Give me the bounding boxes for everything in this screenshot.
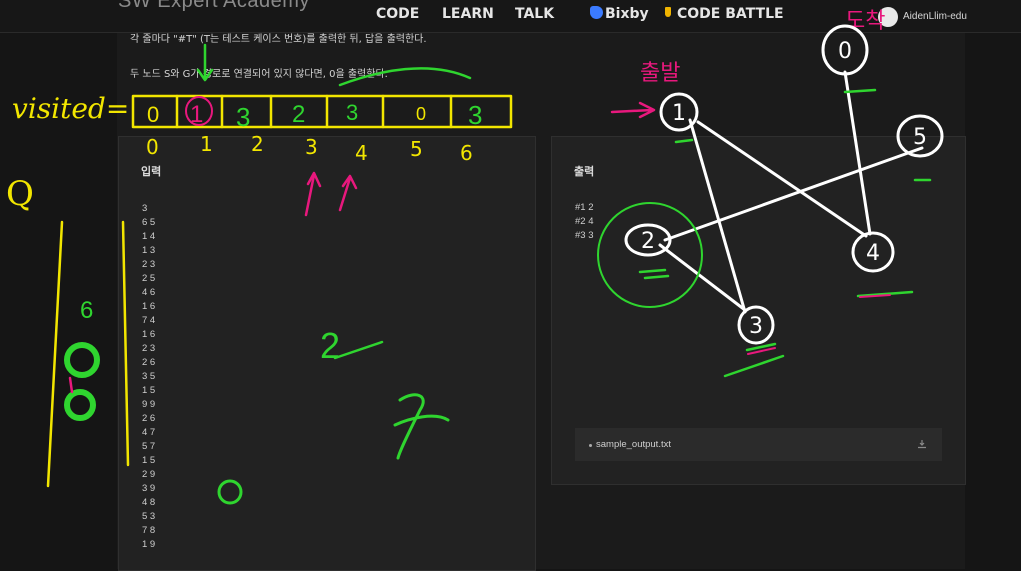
queue-label: Q [6, 174, 34, 214]
input-line: 2 9 [142, 469, 156, 480]
input-line: 3 5 [142, 371, 156, 382]
input-line: 2 5 [142, 273, 156, 284]
trophy-icon [665, 7, 671, 17]
input-panel: 입력 3 6 5 1 4 1 3 2 3 2 5 4 6 1 6 7 4 1 6 2 3 2 6 3 5… [118, 136, 536, 571]
visited-label: visited= [12, 92, 129, 125]
queue-scribble-1 [64, 342, 100, 378]
input-line: 4 7 [142, 427, 156, 438]
input-title: 입력 [141, 165, 162, 178]
input-line: 2 3 [142, 343, 156, 354]
file-name[interactable]: sample_output.txt [596, 439, 671, 450]
description-line-2: 두 노드 S와 G가 경로로 연결되어 있지 않다면, 0을 출력한다. [130, 69, 388, 80]
output-line: #1 2 [575, 202, 594, 213]
nav-bixby[interactable]: Bixby [605, 6, 649, 22]
brand-logo[interactable]: SW Expert Academy [118, 0, 310, 13]
nav-code-battle[interactable]: CODE BATTLE [677, 6, 784, 22]
description-line-1: 각 줄마다 "#T" (T는 테스트 케이스 번호)를 출력한 뒤, 답을 출력… [130, 34, 427, 45]
nav-talk[interactable]: TALK [515, 6, 554, 22]
input-line: 4 6 [142, 287, 156, 298]
input-line: 6 5 [142, 217, 156, 228]
output-line: #2 4 [575, 216, 594, 227]
output-line: #3 3 [575, 230, 594, 241]
queue-mark [68, 376, 74, 394]
download-icon[interactable] [917, 439, 927, 449]
input-line: 4 8 [142, 497, 156, 508]
output-lines: #1 2 #2 4 #3 3 [575, 201, 594, 243]
bullet-icon [589, 444, 592, 447]
nav-code[interactable]: CODE [376, 6, 419, 22]
input-line: 1 5 [142, 385, 156, 396]
input-line: 2 6 [142, 413, 156, 424]
queue-scribble-2 [64, 389, 96, 421]
input-line: 3 9 [142, 483, 156, 494]
input-line: 3 [142, 203, 148, 214]
input-line: 1 6 [142, 329, 156, 340]
queue-item-6: 6 [80, 297, 93, 324]
avatar[interactable] [878, 7, 898, 27]
input-line: 1 6 [142, 301, 156, 312]
input-line: 1 4 [142, 231, 156, 242]
input-line: 1 9 [142, 539, 156, 550]
sample-output-file[interactable]: sample_output.txt [575, 428, 942, 461]
input-line: 1 3 [142, 245, 156, 256]
input-lines: 3 6 5 1 4 1 3 2 3 2 5 4 6 1 6 7 4 1 6 2 3 2 6 3 5 1 5… [142, 202, 155, 552]
queue-left-wall [46, 220, 64, 488]
top-navigation: SW Expert Academy CODE LEARN TALK Bixby … [0, 0, 1021, 33]
output-title: 출력 [574, 165, 595, 178]
input-line: 5 3 [142, 511, 156, 522]
bixby-icon [590, 6, 603, 19]
input-line: 2 6 [142, 357, 156, 368]
input-line: 2 3 [142, 259, 156, 270]
input-line: 1 5 [142, 455, 156, 466]
nav-learn[interactable]: LEARN [442, 6, 494, 22]
input-line: 7 8 [142, 525, 156, 536]
input-line: 5 7 [142, 441, 156, 452]
username[interactable]: AidenLlim-edu [903, 11, 967, 22]
input-line: 9 9 [142, 399, 156, 410]
input-line: 7 4 [142, 315, 156, 326]
